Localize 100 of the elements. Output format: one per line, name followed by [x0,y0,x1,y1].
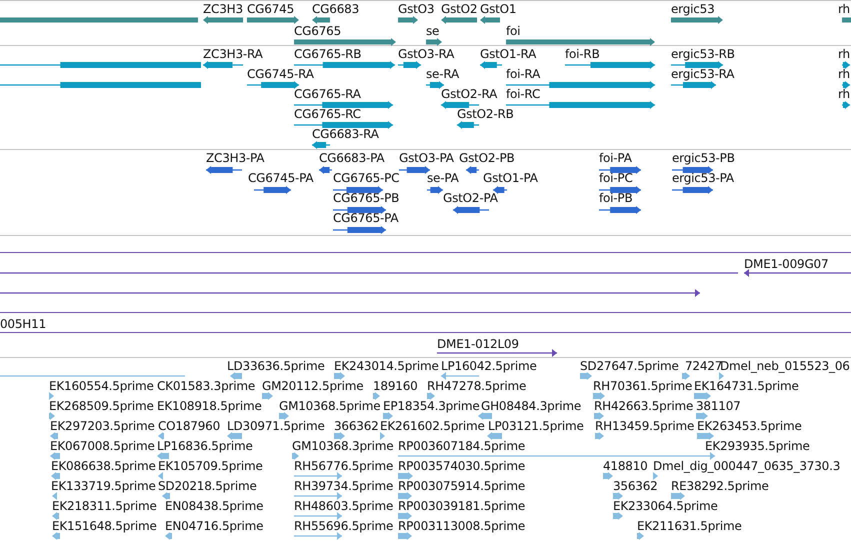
feature-label: foi-PC [599,171,633,185]
feature-label: Dmel_dig_000447_0635_3730.3 [653,459,840,473]
feature-label: GstO2-RA [441,87,498,101]
feature-label: RP003039181.5prime [398,499,526,513]
feature-label: CG6745-RA [247,67,314,81]
feature-label: rh [838,2,850,16]
feature-label: GM10368.5prime [279,399,380,413]
feature-label: GstO2-PA [443,191,498,205]
feature-label: CG6683-RA [312,127,379,141]
feature-label: EK108918.5prime [157,399,262,413]
feature-label: ZC3H3-PA [206,151,264,165]
feature-label: GM20112.5prime [262,379,364,393]
feature-label: GstO1-PA [483,171,538,185]
feature-label: EN04716.5prime [165,519,264,533]
feature-label: DME1-009G07 [744,257,828,271]
feature-label: EK105709.5prime [158,459,263,473]
feature-label: RH42663.5prime [594,399,694,413]
feature-label: EK086638.5prime [51,459,156,473]
feature-label: CG6765-RB [294,47,362,61]
feature-label: CG6765-PC [333,171,400,185]
feature-label: GstO2-RB [457,107,514,121]
feature-label: GstO1 [480,2,516,16]
feature-label: Dmel_neb_015523_06 [720,359,850,373]
feature-label: GstO3 [398,2,434,16]
feature-label: RH55696.5prime [294,519,394,533]
feature-label: GstO1-RA [480,47,536,61]
feature-label: GH08484.3prime [481,399,582,413]
feature-label: RP003075914.5prime [398,479,526,493]
feature-label: LP16836.5prime [157,439,253,453]
feature-label: EK243014.5prime [334,359,439,373]
feature-label: EK263453.5prime [697,419,802,433]
feature-label: GstO2-PB [459,151,515,165]
feature-label: GstO3-RA [398,47,454,61]
feature-label: EP18354.3prime [383,399,480,413]
feature-label: CG6765 [294,24,342,38]
feature-label: CG6765-PB [333,191,400,205]
feature-label: foi-RB [565,47,600,61]
feature-label: EN08438.5prime [165,499,264,513]
feature-label: 005H11 [0,317,46,331]
feature-label: RE38292.5prime [671,479,769,493]
feature-label: EK268509.5prime [49,399,154,413]
feature-label: ZC3H3 [203,2,243,16]
feature-label: CG6765-RA [294,87,361,101]
feature-label: 418810 [603,459,648,473]
feature-label: foi [506,24,520,38]
feature-label: ZC3H3-RA [203,47,263,61]
feature-label: EK151648.5prime [52,519,157,533]
feature-label: SD27647.5prime [580,359,679,373]
feature-label: LP03121.5prime [488,419,584,433]
feature-label: rh [838,67,850,81]
feature-label: RP003607184.5prime [398,439,526,453]
feature-label: EK293935.5prime [705,439,810,453]
feature-label: ergic53-PA [672,171,734,185]
feature-label: CG6745 [247,2,294,16]
feature-label: CG6765-PA [333,211,398,225]
feature-label: se [426,24,440,38]
feature-label: rh [838,47,850,61]
feature-label: LP16042.5prime [441,359,537,373]
feature-label: 356362 [613,479,658,493]
feature-label: 366362 [334,419,379,433]
feature-label: 72427 [685,359,722,373]
feature-label: rh [838,87,850,101]
feature-label: EK160554.5prime [49,379,154,393]
feature-label: se-PA [427,171,459,185]
feature-label: RH47278.5prime [427,379,526,393]
feature-label: ergic53-PB [672,151,735,165]
feature-label: EK164731.5prime [694,379,799,393]
feature-label: RP003113008.5prime [398,519,526,533]
feature-label: 189160 [373,379,418,393]
feature-label: CG6745-PA [248,171,314,185]
feature-label: RH70361.5prime [593,379,692,393]
feature-label: DME1-012L09 [437,337,519,351]
feature-label: LD33636.5prime [227,359,325,373]
feature-label: RH56776.5prime [294,459,394,473]
feature-label: ergic53 [671,2,715,16]
feature-label: foi-PB [599,191,632,205]
feature-label: LD30971.5prime [227,419,325,433]
feature-label: ergic53-RA [671,67,734,81]
feature-label: EK233064.5prime [613,499,718,513]
feature-label: RH48603.5prime [294,499,394,513]
feature-label: GstO3-PA [399,151,454,165]
feature-label: CG6683 [312,2,360,16]
feature-label: RP003574030.5prime [398,459,526,473]
feature-label: RH13459.5prime [595,419,694,433]
feature-label: EK218311.5prime [52,499,157,513]
feature-label: 381107 [696,399,741,413]
feature-label: RH39734.5prime [294,479,394,493]
feature-label: GstO2 [441,2,478,16]
feature-label: CK01583.3prime [157,379,256,393]
feature-label: foi-RC [506,87,540,101]
feature-label: CG6765-RC [294,107,361,121]
feature-label: EK297203.5prime [50,419,155,433]
feature-label: GM10368.3prime [292,439,394,453]
feature-label: foi-PA [599,151,632,165]
feature-label: EK261602.5prime [380,419,485,433]
feature-label: foi-RA [506,67,540,81]
feature-label: EK211631.5prime [637,519,742,533]
feature-label: CO187960 [158,419,220,433]
feature-label: ergic53-RB [671,47,735,61]
feature-label: CG6683-PA [319,151,384,165]
